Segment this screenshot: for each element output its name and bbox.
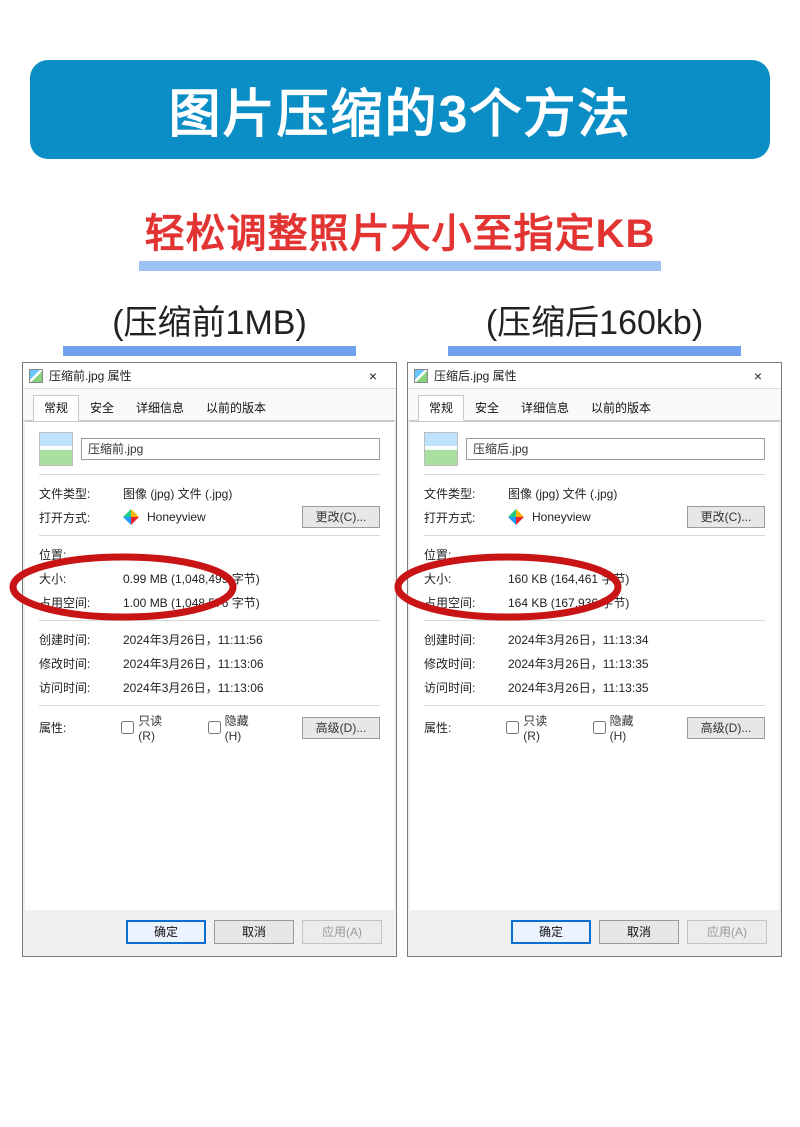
dialog-body: 压缩前.jpg 文件类型: 图像 (jpg) 文件 (.jpg) 打开方式: H… <box>25 421 394 910</box>
hidden-checkbox[interactable]: 隐藏(H) <box>208 712 264 743</box>
ok-button[interactable]: 确定 <box>511 920 591 944</box>
created-value: 2024年3月26日，11:13:34 <box>508 631 765 648</box>
size-label: 大小: <box>424 570 500 587</box>
accessed-label: 访问时间: <box>424 679 500 696</box>
thumbnail-icon <box>424 432 458 466</box>
accessed-label: 访问时间: <box>39 679 115 696</box>
open-label: 打开方式: <box>39 509 115 526</box>
hidden-checkbox[interactable]: 隐藏(H) <box>593 712 649 743</box>
before-heading: (压缩前1MB) <box>22 295 397 344</box>
after-column: (压缩后160kb) 压缩后.jpg 属性 × 常规 安全 详细信息 以前的版本… <box>407 295 782 957</box>
disk-value: 1.00 MB (1,048,576 字节) <box>123 594 380 611</box>
accessed-value: 2024年3月26日，11:13:06 <box>123 679 380 696</box>
cancel-button[interactable]: 取消 <box>214 920 294 944</box>
disk-label: 占用空间: <box>424 594 500 611</box>
before-underline <box>63 346 356 356</box>
properties-dialog-after: 压缩后.jpg 属性 × 常规 安全 详细信息 以前的版本 压缩后.jpg 文件… <box>407 362 782 957</box>
readonly-checkbox[interactable]: 只读(R) <box>506 712 562 743</box>
readonly-checkbox[interactable]: 只读(R) <box>121 712 177 743</box>
attrs-label: 属性: <box>39 719 113 736</box>
close-icon[interactable]: × <box>356 366 390 386</box>
attrs-label: 属性: <box>424 719 498 736</box>
change-button[interactable]: 更改(C)... <box>687 506 765 528</box>
thumbnail-icon <box>39 432 73 466</box>
location-label: 位置: <box>424 546 500 563</box>
titlebar[interactable]: 压缩后.jpg 属性 × <box>408 363 781 389</box>
after-heading: (压缩后160kb) <box>407 295 782 344</box>
open-value: Honeyview <box>532 510 679 524</box>
dialog-footer: 确定 取消 应用(A) <box>408 910 781 956</box>
file-icon <box>29 369 43 383</box>
dialog-title: 压缩前.jpg 属性 <box>49 367 350 384</box>
ok-button[interactable]: 确定 <box>126 920 206 944</box>
tab-general[interactable]: 常规 <box>418 395 464 421</box>
tab-previous[interactable]: 以前的版本 <box>580 395 662 421</box>
change-button[interactable]: 更改(C)... <box>302 506 380 528</box>
accessed-value: 2024年3月26日，11:13:35 <box>508 679 765 696</box>
close-icon[interactable]: × <box>741 366 775 386</box>
dialog-footer: 确定 取消 应用(A) <box>23 910 396 956</box>
size-value: 0.99 MB (1,048,499 字节) <box>123 570 380 587</box>
disk-value: 164 KB (167,936 字节) <box>508 594 765 611</box>
type-label: 文件类型: <box>39 485 115 502</box>
filename-input[interactable]: 压缩后.jpg <box>466 438 765 460</box>
dialog-title: 压缩后.jpg 属性 <box>434 367 735 384</box>
filename-input[interactable]: 压缩前.jpg <box>81 438 380 460</box>
honeyview-icon <box>123 509 139 525</box>
file-icon <box>414 369 428 383</box>
after-underline <box>448 346 741 356</box>
location-label: 位置: <box>39 546 115 563</box>
disk-label: 占用空间: <box>39 594 115 611</box>
advanced-button[interactable]: 高级(D)... <box>687 717 765 739</box>
size-value: 160 KB (164,461 字节) <box>508 570 765 587</box>
type-value: 图像 (jpg) 文件 (.jpg) <box>123 485 380 502</box>
modified-label: 修改时间: <box>424 655 500 672</box>
apply-button[interactable]: 应用(A) <box>302 920 382 944</box>
modified-value: 2024年3月26日，11:13:06 <box>123 655 380 672</box>
tab-general[interactable]: 常规 <box>33 395 79 421</box>
cancel-button[interactable]: 取消 <box>599 920 679 944</box>
created-value: 2024年3月26日，11:11:56 <box>123 631 380 648</box>
size-label: 大小: <box>39 570 115 587</box>
tab-details[interactable]: 详细信息 <box>125 395 195 421</box>
type-value: 图像 (jpg) 文件 (.jpg) <box>508 485 765 502</box>
type-label: 文件类型: <box>424 485 500 502</box>
created-label: 创建时间: <box>39 631 115 648</box>
properties-dialog-before: 压缩前.jpg 属性 × 常规 安全 详细信息 以前的版本 压缩前.jpg 文件… <box>22 362 397 957</box>
open-label: 打开方式: <box>424 509 500 526</box>
modified-value: 2024年3月26日，11:13:35 <box>508 655 765 672</box>
titlebar[interactable]: 压缩前.jpg 属性 × <box>23 363 396 389</box>
honeyview-icon <box>508 509 524 525</box>
before-column: (压缩前1MB) 压缩前.jpg 属性 × 常规 安全 详细信息 以前的版本 压… <box>22 295 397 957</box>
apply-button[interactable]: 应用(A) <box>687 920 767 944</box>
dialog-body: 压缩后.jpg 文件类型: 图像 (jpg) 文件 (.jpg) 打开方式: H… <box>410 421 779 910</box>
tab-details[interactable]: 详细信息 <box>510 395 580 421</box>
created-label: 创建时间: <box>424 631 500 648</box>
advanced-button[interactable]: 高级(D)... <box>302 717 380 739</box>
subtitle-text: 轻松调整照片大小至指定KB <box>139 201 662 271</box>
title-banner: 图片压缩的3个方法 <box>30 60 770 159</box>
title-text: 图片压缩的3个方法 <box>169 86 632 144</box>
tab-security[interactable]: 安全 <box>79 395 125 421</box>
tab-bar: 常规 安全 详细信息 以前的版本 <box>408 389 781 421</box>
modified-label: 修改时间: <box>39 655 115 672</box>
open-value: Honeyview <box>147 510 294 524</box>
tab-previous[interactable]: 以前的版本 <box>195 395 277 421</box>
tab-security[interactable]: 安全 <box>464 395 510 421</box>
tab-bar: 常规 安全 详细信息 以前的版本 <box>23 389 396 421</box>
